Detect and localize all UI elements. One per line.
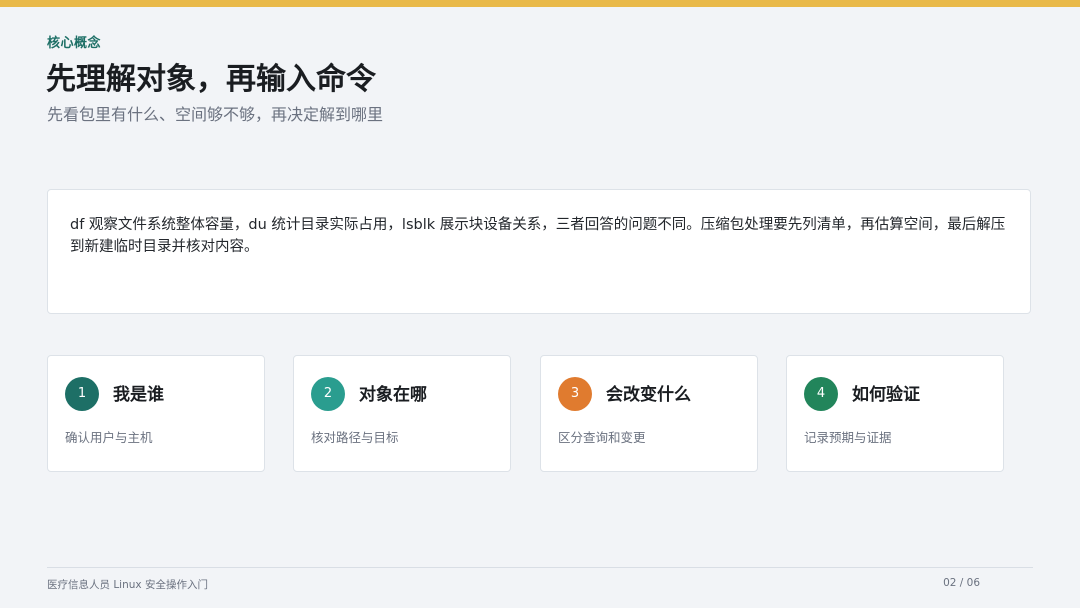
step-number-badge: 3 [558, 377, 592, 411]
step-number-badge: 1 [65, 377, 99, 411]
top-accent-bar [0, 0, 1080, 7]
step-card-title: 我是谁 [113, 385, 164, 405]
step-number-badge: 4 [804, 377, 838, 411]
step-card-desc: 确认用户与主机 [65, 430, 153, 445]
step-card-title: 会改变什么 [606, 385, 691, 405]
footer-course-title: 医疗信息人员 Linux 安全操作入门 [47, 579, 208, 591]
footer-divider [47, 567, 1033, 568]
step-number-badge: 2 [311, 377, 345, 411]
summary-box: df 观察文件系统整体容量，du 统计目录实际占用，lsblk 展示块设备关系，… [47, 189, 1031, 314]
step-card-4: 4 如何验证 记录预期与证据 [786, 355, 1004, 472]
step-card-1: 1 我是谁 确认用户与主机 [47, 355, 265, 472]
step-card-3: 3 会改变什么 区分查询和变更 [540, 355, 758, 472]
section-label: 核心概念 [47, 36, 102, 51]
step-card-desc: 区分查询和变更 [558, 430, 646, 445]
page-number: 02 / 06 [943, 577, 980, 589]
step-card-desc: 核对路径与目标 [311, 430, 399, 445]
step-card-title: 对象在哪 [359, 385, 427, 405]
step-card-desc: 记录预期与证据 [804, 430, 892, 445]
step-card-2: 2 对象在哪 核对路径与目标 [293, 355, 511, 472]
summary-text: df 观察文件系统整体容量，du 统计目录实际占用，lsblk 展示块设备关系，… [70, 217, 1006, 255]
page-title: 先理解对象，再输入命令 [46, 62, 376, 97]
page-subtitle: 先看包里有什么、空间够不够，再决定解到哪里 [47, 105, 384, 124]
step-card-title: 如何验证 [852, 385, 920, 405]
